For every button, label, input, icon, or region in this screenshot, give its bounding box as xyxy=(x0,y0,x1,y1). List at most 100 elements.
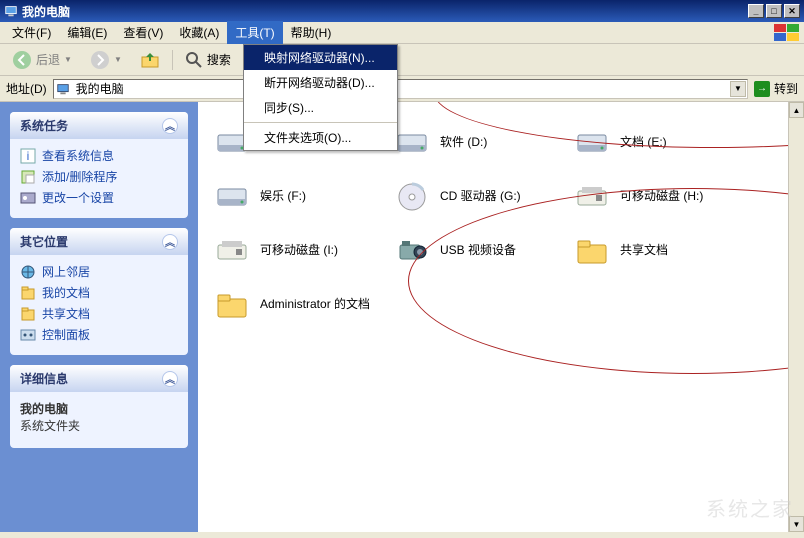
chevron-down-icon: ▼ xyxy=(64,55,72,64)
chevron-down-icon: ▼ xyxy=(114,55,122,64)
my-computer-icon xyxy=(56,82,70,96)
address-dropdown-button[interactable]: ▼ xyxy=(730,81,746,97)
maximize-button[interactable]: □ xyxy=(766,4,782,18)
panel-other-places: 其它位置 ︽ 网上邻居 我的文档 共享文档 控制面板 xyxy=(10,228,188,355)
hdd-icon xyxy=(394,125,430,161)
panel-title: 详细信息 xyxy=(20,370,68,387)
address-input[interactable] xyxy=(53,79,748,99)
forward-arrow-icon xyxy=(90,50,110,70)
task-add-remove-programs[interactable]: 添加/删除程序 xyxy=(20,166,178,187)
drive-label: 共享文档 xyxy=(620,243,668,259)
details-name: 我的电脑 xyxy=(20,400,178,417)
task-label: 添加/删除程序 xyxy=(42,168,117,185)
task-label: 查看系统信息 xyxy=(42,147,114,164)
panel-system-tasks: 系统任务 ︽ i 查看系统信息 添加/删除程序 更改一个设置 xyxy=(10,112,188,218)
menu-file[interactable]: 文件(F) xyxy=(4,21,59,44)
chevron-up-icon: ︽ xyxy=(162,234,178,250)
close-button[interactable]: ✕ xyxy=(784,4,800,18)
info-icon: i xyxy=(20,148,36,164)
my-computer-icon xyxy=(4,4,18,18)
vertical-scrollbar[interactable]: ▲ ▼ xyxy=(788,102,804,532)
link-control-panel[interactable]: 控制面板 xyxy=(20,324,178,345)
toolbar: 后退 ▼ ▼ 搜索 xyxy=(0,44,804,76)
drive-item[interactable]: 文档 (E:) xyxy=(568,116,748,170)
panel-details: 详细信息 ︽ 我的电脑 系统文件夹 xyxy=(10,365,188,448)
menu-item-synchronize[interactable]: 同步(S)... xyxy=(244,95,397,120)
link-my-documents[interactable]: 我的文档 xyxy=(20,282,178,303)
watermark: 系统之家 xyxy=(706,493,794,522)
drive-label: 文档 (E:) xyxy=(620,135,667,151)
menu-favorites[interactable]: 收藏(A) xyxy=(171,21,227,44)
drive-item[interactable]: CD 驱动器 (G:) xyxy=(388,170,568,224)
link-shared-documents[interactable]: 共享文档 xyxy=(20,303,178,324)
drive-label: 娱乐 (F:) xyxy=(260,189,306,205)
search-icon xyxy=(185,51,203,69)
task-label: 更改一个设置 xyxy=(42,189,114,206)
menu-item-map-network-drive[interactable]: 映射网络驱动器(N)... xyxy=(244,45,397,70)
panel-title: 其它位置 xyxy=(20,233,68,250)
drive-item[interactable]: Administrator 的文档 xyxy=(208,278,388,332)
panel-header[interactable]: 其它位置 ︽ xyxy=(10,228,188,255)
back-arrow-icon xyxy=(12,50,32,70)
details-type: 系统文件夹 xyxy=(20,417,178,434)
link-network-places[interactable]: 网上邻居 xyxy=(20,261,178,282)
tools-menu-popup: 映射网络驱动器(N)... 断开网络驱动器(D)... 同步(S)... 文件夹… xyxy=(243,44,398,151)
forward-button[interactable]: ▼ xyxy=(84,48,128,72)
back-label: 后退 xyxy=(36,51,60,68)
drive-item[interactable]: 共享文档 xyxy=(568,224,748,278)
menu-item-disconnect-network-drive[interactable]: 断开网络驱动器(D)... xyxy=(244,70,397,95)
panel-header[interactable]: 系统任务 ︽ xyxy=(10,112,188,139)
folder-icon xyxy=(574,233,610,269)
hdd-icon xyxy=(574,125,610,161)
menu-edit[interactable]: 编辑(E) xyxy=(59,21,115,44)
chevron-up-icon: ︽ xyxy=(162,118,178,134)
drive-label: 可移动磁盘 (I:) xyxy=(260,243,338,259)
drive-label: 软件 (D:) xyxy=(440,135,487,151)
window-title: 我的电脑 xyxy=(22,3,70,20)
task-label: 我的文档 xyxy=(42,284,90,301)
up-button[interactable] xyxy=(134,48,166,72)
svg-text:i: i xyxy=(27,149,30,163)
scroll-up-button[interactable]: ▲ xyxy=(789,102,804,118)
drive-label: CD 驱动器 (G:) xyxy=(440,189,521,205)
menu-tools[interactable]: 工具(T) xyxy=(227,21,282,44)
scroll-down-button[interactable]: ▼ xyxy=(789,516,804,532)
panel-header[interactable]: 详细信息 ︽ xyxy=(10,365,188,392)
go-button[interactable]: → 转到 xyxy=(754,80,798,97)
task-label: 网上邻居 xyxy=(42,263,90,280)
drive-label: Administrator 的文档 xyxy=(260,297,370,313)
drive-item[interactable]: 可移动磁盘 (I:) xyxy=(208,224,388,278)
folder-up-icon xyxy=(140,50,160,70)
menu-bar: 文件(F) 编辑(E) 查看(V) 收藏(A) 工具(T) 帮助(H) xyxy=(0,22,804,44)
task-view-system-info[interactable]: i 查看系统信息 xyxy=(20,145,178,166)
drive-item[interactable]: 娱乐 (F:) xyxy=(208,170,388,224)
folder-icon xyxy=(214,287,250,323)
menu-view[interactable]: 查看(V) xyxy=(115,21,171,44)
optical-icon xyxy=(394,179,430,215)
drive-item[interactable]: 软件 (D:) xyxy=(388,116,568,170)
search-button[interactable]: 搜索 xyxy=(179,49,237,71)
minimize-button[interactable]: _ xyxy=(748,4,764,18)
go-arrow-icon: → xyxy=(754,81,770,97)
camera-icon xyxy=(394,233,430,269)
go-label: 转到 xyxy=(774,80,798,97)
removable-icon xyxy=(574,179,610,215)
address-bar: 地址(D) ▼ → 转到 xyxy=(0,76,804,102)
hdd-icon xyxy=(214,179,250,215)
settings-icon xyxy=(20,190,36,206)
network-places-icon xyxy=(20,264,36,280)
menu-help[interactable]: 帮助(H) xyxy=(283,21,340,44)
drive-item[interactable]: USB 视频设备 xyxy=(388,224,568,278)
control-panel-icon xyxy=(20,327,36,343)
my-documents-icon xyxy=(20,285,36,301)
shared-docs-icon xyxy=(20,306,36,322)
drive-item[interactable]: 可移动磁盘 (H:) xyxy=(568,170,748,224)
task-label: 控制面板 xyxy=(42,326,90,343)
back-button[interactable]: 后退 ▼ xyxy=(6,48,78,72)
removable-icon xyxy=(214,233,250,269)
panel-title: 系统任务 xyxy=(20,117,68,134)
menu-item-folder-options[interactable]: 文件夹选项(O)... xyxy=(244,122,397,150)
task-change-setting[interactable]: 更改一个设置 xyxy=(20,187,178,208)
address-label: 地址(D) xyxy=(6,80,47,97)
drive-label: USB 视频设备 xyxy=(440,243,516,259)
